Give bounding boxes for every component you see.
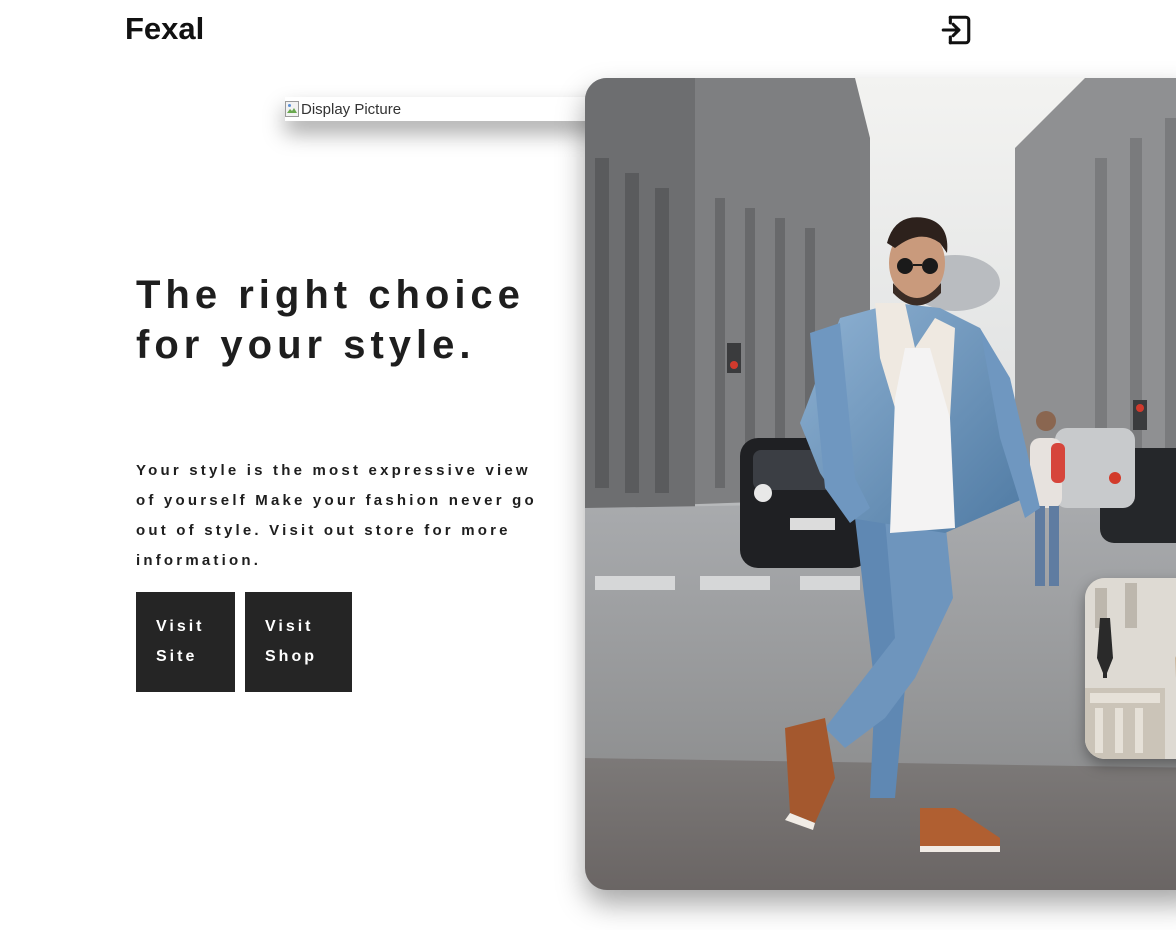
hero-title: The right choice for your style. xyxy=(136,273,525,367)
hero-description: Your style is the most expressive view o… xyxy=(136,462,537,569)
broken-image-icon xyxy=(285,101,299,117)
visit-site-button[interactable]: Visit Site xyxy=(136,592,235,692)
thumbnail-photo[interactable] xyxy=(1085,578,1176,759)
visit-shop-button[interactable]: Visit Shop xyxy=(245,592,352,692)
landing-page: Fexal Display Picture The right choice f… xyxy=(0,0,1176,930)
display-picture-alt: Display Picture xyxy=(301,100,402,118)
brand-logo[interactable]: Fexal xyxy=(125,11,204,47)
login-icon xyxy=(941,15,971,45)
login-button[interactable] xyxy=(936,10,976,50)
hero-photo xyxy=(585,78,1176,890)
